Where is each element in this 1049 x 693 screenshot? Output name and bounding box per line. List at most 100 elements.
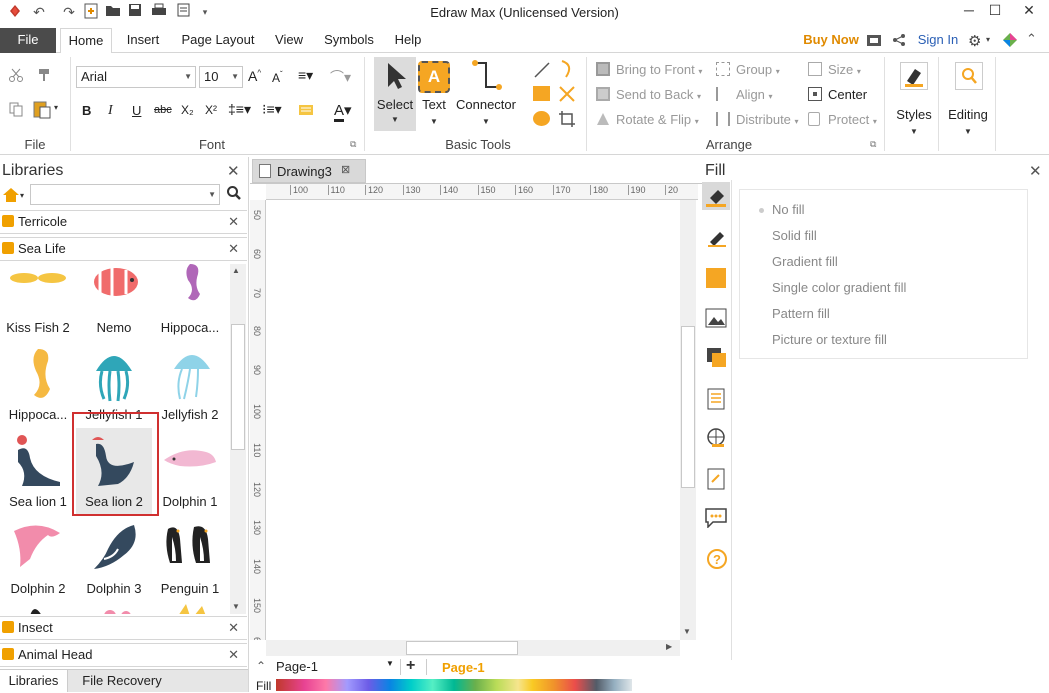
shape-nemo[interactable]: Nemo: [76, 262, 152, 341]
scroll-down-icon[interactable]: ▼: [683, 627, 691, 636]
bold-button[interactable]: B: [82, 103, 91, 118]
hyperlink-globe-icon[interactable]: [706, 427, 728, 449]
line-tool-icon[interactable]: [533, 61, 551, 79]
page-select[interactable]: Page-1 ▼: [276, 659, 396, 677]
close-panel-icon[interactable]: ✕: [227, 162, 240, 180]
shape-kiss-fish-2[interactable]: Kiss Fish 2: [0, 262, 76, 341]
hscroll-thumb[interactable]: [406, 641, 518, 655]
send-to-back-button[interactable]: Send to Back ▾: [616, 87, 701, 102]
comment-icon[interactable]: [705, 508, 727, 528]
subscript-button[interactable]: X₂: [181, 103, 194, 117]
tab-insert[interactable]: Insert: [120, 28, 166, 53]
cross-tool-icon[interactable]: [558, 85, 576, 103]
connector-tool-label[interactable]: Connector: [454, 97, 518, 112]
collapse-ribbon-icon[interactable]: ⌃: [1026, 31, 1037, 47]
attachment-icon[interactable]: [707, 468, 725, 490]
chevron-down-icon[interactable]: ▼: [482, 117, 490, 126]
page-nav-up-icon[interactable]: ⌃: [256, 659, 266, 673]
rotate-flip-button[interactable]: Rotate & Flip ▾: [616, 112, 699, 127]
styles-button[interactable]: Styles: [890, 107, 938, 122]
protect-button[interactable]: Protect ▾: [828, 112, 877, 127]
crop-tool-icon[interactable]: [558, 110, 576, 128]
library-section-sea-life[interactable]: Sea Life ✕: [0, 237, 247, 261]
library-section-terricole[interactable]: Terricole ✕: [0, 210, 247, 234]
format-painter-icon[interactable]: [36, 67, 52, 86]
superscript-button[interactable]: X²: [205, 103, 217, 117]
tab-home[interactable]: Home: [60, 28, 112, 54]
shape-dolphin-3[interactable]: Dolphin 3: [76, 515, 152, 602]
align-icon[interactable]: ≡▾: [298, 67, 313, 84]
text-tool-icon[interactable]: A: [418, 61, 450, 93]
shape-hippocampus-1[interactable]: Hippoca...: [152, 262, 228, 341]
arc-tool-icon[interactable]: [558, 59, 576, 79]
help-icon[interactable]: ?: [706, 548, 728, 570]
align-button[interactable]: Align ▾: [736, 87, 773, 102]
paste-dropdown-icon[interactable]: ▾: [54, 103, 58, 112]
font-family-select[interactable]: Arial ▼: [76, 66, 196, 88]
shape-penguin-1[interactable]: Penguin 1: [152, 515, 228, 602]
close-tab-icon[interactable]: ⊠: [341, 163, 350, 176]
shrink-font-icon[interactable]: Aˇ: [272, 70, 283, 85]
chevron-down-icon[interactable]: ▼: [430, 117, 438, 126]
store-icon[interactable]: [866, 33, 882, 50]
grow-font-icon[interactable]: A^: [248, 68, 261, 84]
connector-tool-icon[interactable]: [470, 59, 504, 93]
rectangle-tool-icon[interactable]: [533, 86, 550, 101]
close-icon[interactable]: ✕: [228, 644, 239, 666]
editing-search-icon[interactable]: [955, 62, 983, 90]
group-button[interactable]: Group ▾: [736, 62, 780, 77]
strikethrough-button[interactable]: abc: [154, 104, 172, 116]
arrange-dialog-launcher-icon[interactable]: ⧉: [870, 139, 876, 150]
chevron-down-icon[interactable]: ▼: [910, 127, 918, 136]
shape-dolphin-1[interactable]: Dolphin 1: [152, 428, 228, 515]
library-section-animal-head[interactable]: Animal Head ✕: [0, 643, 247, 667]
center-button[interactable]: Center: [828, 87, 867, 102]
text-tool-label[interactable]: Text: [416, 97, 452, 112]
scroll-up-icon[interactable]: ▲: [232, 266, 240, 275]
vscroll-thumb[interactable]: [681, 326, 695, 488]
distribute-button[interactable]: Distribute ▾: [736, 112, 799, 127]
fill-option-single-color-gradient[interactable]: Single color gradient fill: [772, 280, 906, 295]
close-window-icon[interactable]: ✕: [1006, 0, 1049, 22]
close-icon[interactable]: ✕: [228, 617, 239, 639]
color-palette[interactable]: [276, 679, 632, 691]
settings-dropdown-icon[interactable]: ▾: [986, 35, 990, 44]
home-dropdown-icon[interactable]: ▾: [20, 191, 24, 200]
tab-symbols[interactable]: Symbols: [318, 28, 380, 53]
share-icon[interactable]: [892, 33, 906, 50]
scroll-thumb[interactable]: [231, 324, 245, 450]
layer-icon[interactable]: [706, 347, 728, 369]
bullets-icon[interactable]: ⁝≡▾: [262, 101, 282, 118]
shape-sea-lion-1[interactable]: Sea lion 1: [0, 428, 76, 515]
fill-tool-icon[interactable]: [702, 182, 730, 210]
scroll-right-icon[interactable]: ▶: [666, 642, 672, 651]
image-icon[interactable]: [705, 308, 727, 328]
copy-icon[interactable]: [8, 101, 24, 120]
library-scrollbar[interactable]: ▲ ▼: [230, 264, 246, 614]
tab-page-layout[interactable]: Page Layout: [176, 28, 260, 53]
settings-gear-icon[interactable]: ⚙: [968, 32, 981, 50]
paste-icon[interactable]: [32, 99, 54, 122]
library-section-insect[interactable]: Insect ✕: [0, 616, 247, 640]
fill-option-pattern-fill[interactable]: Pattern fill: [772, 306, 830, 321]
underline-button[interactable]: U: [132, 103, 141, 118]
size-button[interactable]: Size ▾: [828, 62, 861, 77]
tab-help[interactable]: Help: [388, 28, 428, 53]
close-icon[interactable]: ✕: [228, 211, 239, 233]
page-tab-active[interactable]: Page-1: [442, 660, 485, 675]
home-icon[interactable]: [2, 187, 20, 206]
select-tool-button[interactable]: Select ▼: [374, 57, 416, 131]
shadow-color-icon[interactable]: [706, 268, 726, 288]
document-tab[interactable]: Drawing3 ⊠: [252, 159, 366, 183]
page-properties-icon[interactable]: [707, 388, 725, 410]
theme-icon[interactable]: [1002, 32, 1018, 51]
search-icon[interactable]: [226, 185, 242, 204]
editing-button[interactable]: Editing: [944, 107, 992, 122]
buy-now-link[interactable]: Buy Now: [800, 28, 862, 53]
tab-file[interactable]: File: [0, 28, 56, 53]
font-dialog-launcher-icon[interactable]: ⧉: [350, 139, 356, 150]
close-panel-icon[interactable]: ✕: [1029, 162, 1042, 180]
ellipse-tool-icon[interactable]: [533, 111, 550, 126]
fill-option-solid-fill[interactable]: Solid fill: [772, 228, 817, 243]
shape-dolphin-2[interactable]: Dolphin 2: [0, 515, 76, 602]
